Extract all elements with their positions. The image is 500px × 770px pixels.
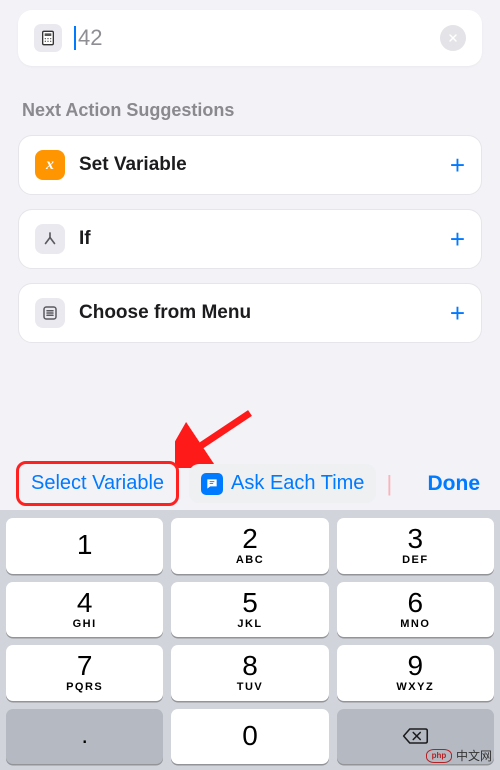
keyboard-toolbar: Select Variable Ask Each Time | Done <box>0 461 500 506</box>
calculator-icon <box>34 24 62 52</box>
suggestions-heading: Next Action Suggestions <box>22 100 482 121</box>
numeric-keypad: 1 2ABC 3DEF 4GHI 5JKL 6MNO 7PQRS 8TUV 9W… <box>0 510 500 770</box>
key-backspace[interactable] <box>337 709 494 765</box>
key-0[interactable]: 0 <box>171 709 328 765</box>
suggestion-label: Set Variable <box>79 154 436 176</box>
suggestion-label: Choose from Menu <box>79 302 436 324</box>
toolbar-divider: | <box>386 471 392 497</box>
add-icon[interactable]: + <box>450 300 465 326</box>
text-cursor <box>74 26 76 50</box>
suggestion-set-variable[interactable]: x Set Variable + <box>18 135 482 195</box>
add-icon[interactable]: + <box>450 152 465 178</box>
number-action-card[interactable]: 42 <box>18 10 482 66</box>
done-button[interactable]: Done <box>428 472 485 496</box>
variable-x-icon: x <box>35 150 65 180</box>
key-2[interactable]: 2ABC <box>171 518 328 574</box>
clear-button[interactable] <box>440 25 466 51</box>
suggestion-label: If <box>79 228 436 250</box>
select-variable-button[interactable]: Select Variable <box>16 461 179 506</box>
add-icon[interactable]: + <box>450 226 465 252</box>
key-9[interactable]: 9WXYZ <box>337 645 494 701</box>
ask-each-time-label: Ask Each Time <box>231 472 364 495</box>
number-value: 42 <box>78 25 102 51</box>
prompt-icon <box>201 473 223 495</box>
key-1[interactable]: 1 <box>6 518 163 574</box>
key-3[interactable]: 3DEF <box>337 518 494 574</box>
ask-each-time-button[interactable]: Ask Each Time <box>189 464 376 503</box>
menu-list-icon <box>35 298 65 328</box>
suggestion-if[interactable]: If + <box>18 209 482 269</box>
key-7[interactable]: 7PQRS <box>6 645 163 701</box>
branch-icon <box>35 224 65 254</box>
select-variable-label: Select Variable <box>31 472 164 495</box>
key-8[interactable]: 8TUV <box>171 645 328 701</box>
key-5[interactable]: 5JKL <box>171 582 328 638</box>
key-4[interactable]: 4GHI <box>6 582 163 638</box>
key-6[interactable]: 6MNO <box>337 582 494 638</box>
suggestion-choose-menu[interactable]: Choose from Menu + <box>18 283 482 343</box>
backspace-icon <box>401 725 429 747</box>
number-field[interactable]: 42 <box>74 25 428 51</box>
annotation-arrow <box>175 408 265 468</box>
key-dot[interactable]: . <box>6 709 163 765</box>
